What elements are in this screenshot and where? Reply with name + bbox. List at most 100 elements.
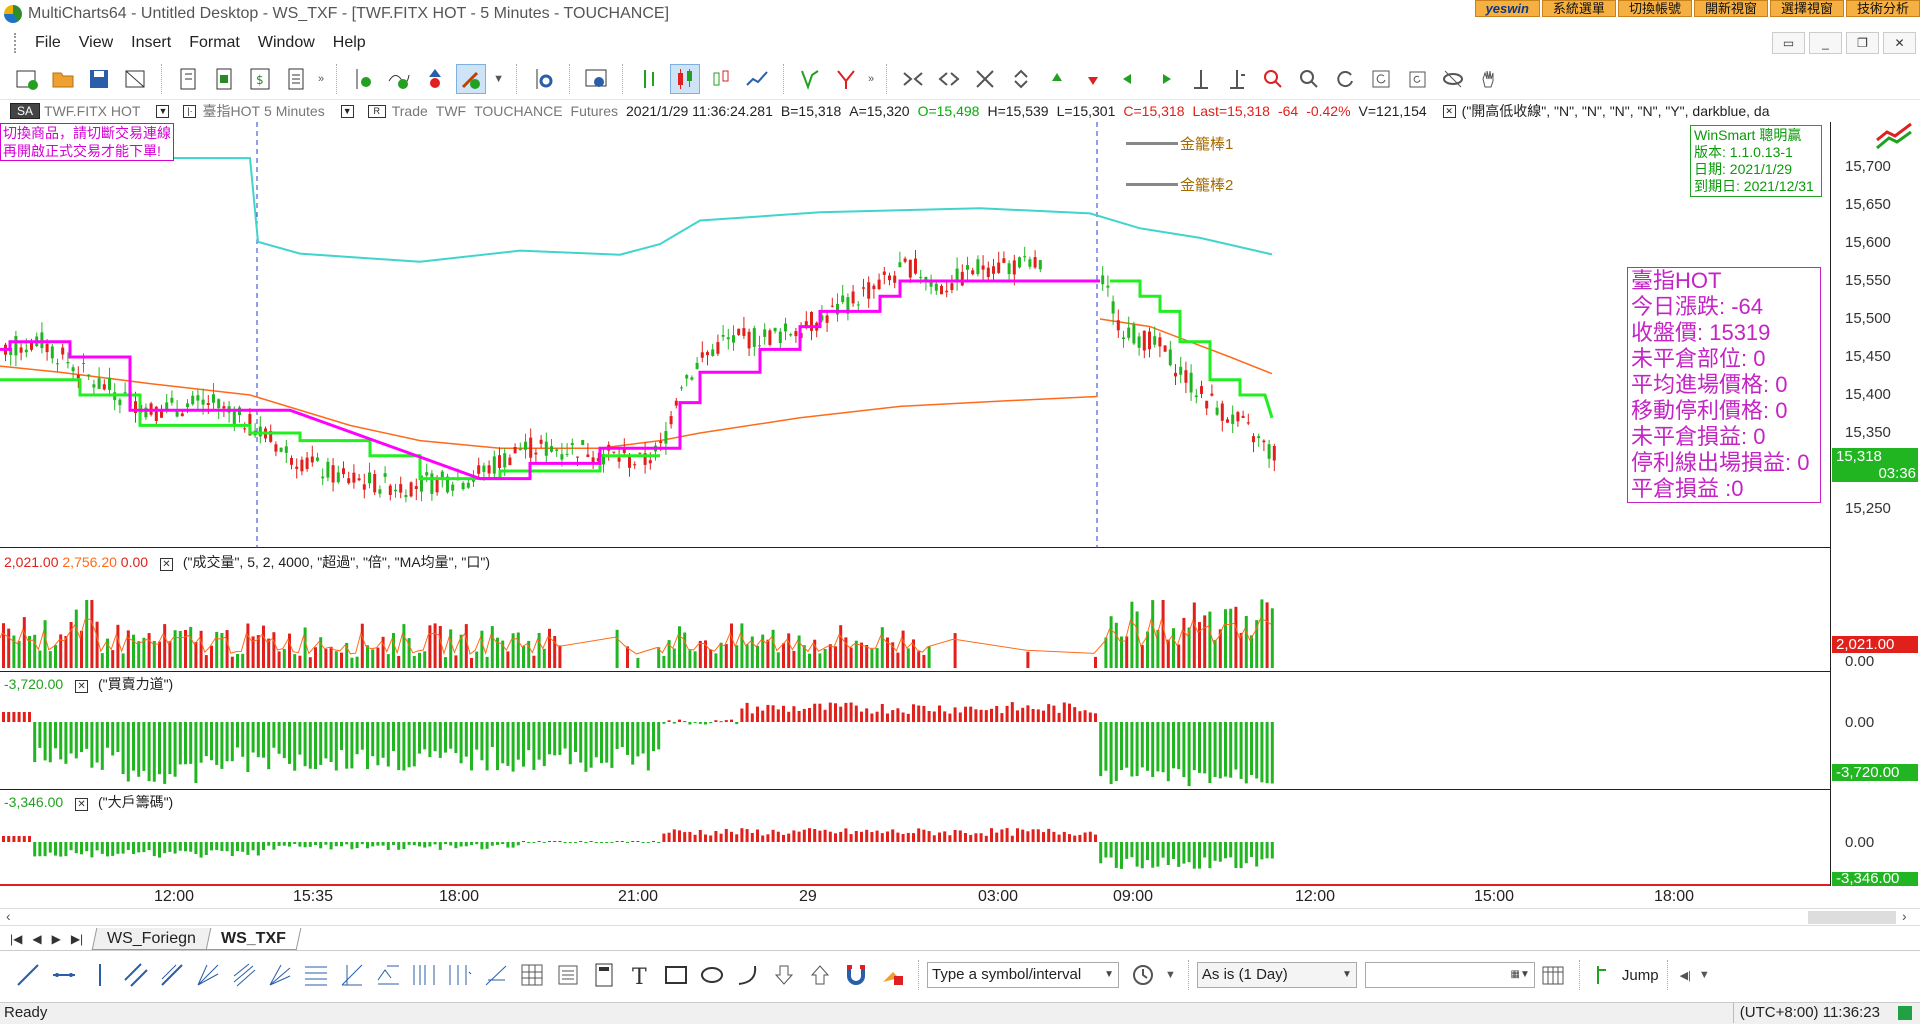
- point-figure-icon[interactable]: [831, 64, 861, 94]
- expand-vertical-icon[interactable]: [1006, 64, 1036, 94]
- fibonacci-fan-icon[interactable]: [266, 960, 294, 990]
- clock-icon[interactable]: [1129, 960, 1157, 990]
- force-pane[interactable]: [0, 672, 1830, 790]
- range-select[interactable]: As is (1 Day) ▼: [1196, 962, 1357, 988]
- drawing-tool-dropdown-icon[interactable]: ▼: [493, 73, 504, 85]
- symbol-dropdown-icon[interactable]: ▼: [156, 104, 170, 118]
- refresh-icon[interactable]: [1330, 64, 1360, 94]
- vertical-line-icon[interactable]: [86, 960, 114, 990]
- lock-drawing-icon[interactable]: [878, 960, 906, 990]
- fib-retracement-icon[interactable]: [302, 960, 330, 990]
- plugin-tab-switch-account[interactable]: 切換帳號: [1617, 0, 1692, 17]
- arrow-left-icon[interactable]: [1114, 64, 1144, 94]
- scroll-options-icon[interactable]: ▼: [1699, 969, 1710, 981]
- horizontal-line-icon[interactable]: [50, 960, 78, 990]
- menu-window[interactable]: Window: [249, 34, 324, 52]
- fib-time-zones-icon[interactable]: [410, 960, 438, 990]
- clock-dropdown-icon[interactable]: ▼: [1165, 969, 1176, 981]
- menu-insert[interactable]: Insert: [122, 34, 180, 52]
- scroll-left-icon[interactable]: ‹: [6, 908, 11, 924]
- detach-icon[interactable]: ▭: [1772, 32, 1805, 54]
- price-axis[interactable]: 15,700 15,650 15,600 15,550 15,500 15,450 15,4…: [1830, 122, 1920, 548]
- calendar-icon[interactable]: ▦▼: [1511, 963, 1530, 987]
- open-folder-icon[interactable]: [48, 64, 78, 94]
- price-chart-canvas[interactable]: [0, 122, 1830, 548]
- zoom-in-bars-icon[interactable]: [898, 64, 928, 94]
- report-icon[interactable]: [281, 64, 311, 94]
- compress-icon[interactable]: [970, 64, 1000, 94]
- scroll-back-icon[interactable]: ◀|: [1680, 969, 1691, 982]
- jump-button[interactable]: Jump: [1622, 967, 1659, 984]
- grid-icon[interactable]: [518, 960, 546, 990]
- settings-gear-icon[interactable]: [528, 64, 558, 94]
- sa-button[interactable]: SA: [10, 103, 41, 119]
- trendline-icon[interactable]: [14, 960, 42, 990]
- menu-help[interactable]: Help: [324, 34, 375, 52]
- arrow-down-icon[interactable]: [1078, 64, 1108, 94]
- insert-indicator-icon[interactable]: [384, 64, 414, 94]
- zoom-out-icon[interactable]: [1294, 64, 1324, 94]
- range-dropdown-icon[interactable]: ▼: [1342, 963, 1352, 987]
- hide-icon[interactable]: [1438, 64, 1468, 94]
- symbol-dropdown-icon-2[interactable]: ▼: [1104, 963, 1114, 987]
- new-chart-icon[interactable]: [12, 64, 42, 94]
- arrow-down-marker-icon[interactable]: [770, 960, 798, 990]
- scroll-thumb[interactable]: [1808, 911, 1896, 924]
- calculator-icon[interactable]: [590, 960, 618, 990]
- arc-icon[interactable]: [734, 960, 762, 990]
- drawing-tool-icon[interactable]: [456, 63, 487, 94]
- text-tool-icon[interactable]: T: [626, 960, 654, 990]
- tab-last-icon[interactable]: ▶|: [71, 932, 83, 946]
- force-chart-canvas[interactable]: [0, 672, 1830, 790]
- study-close-icon[interactable]: ✕: [1442, 104, 1456, 118]
- horizontal-scrollbar[interactable]: ‹ ›: [0, 908, 1920, 926]
- rectangle-icon[interactable]: [662, 960, 690, 990]
- date-picker-input[interactable]: ▦▼: [1364, 962, 1535, 988]
- restore-icon[interactable]: ❐: [1846, 32, 1879, 54]
- price-pane[interactable]: [0, 122, 1830, 548]
- zoom-in-icon[interactable]: [1258, 64, 1288, 94]
- line-chart-icon[interactable]: [742, 64, 772, 94]
- parallel-channel-icon[interactable]: [122, 960, 150, 990]
- plugin-tab-yeswin[interactable]: yeswin: [1474, 0, 1540, 17]
- cycle-lines-icon[interactable]: [446, 960, 474, 990]
- fib-extension-icon[interactable]: [374, 960, 402, 990]
- format-study-icon[interactable]: [209, 64, 239, 94]
- tab-next-icon[interactable]: ▶: [52, 932, 61, 946]
- speed-lines-icon[interactable]: [338, 960, 366, 990]
- menu-file[interactable]: File: [26, 34, 70, 52]
- andrews-pitchfork-icon[interactable]: [230, 960, 258, 990]
- arrow-up-marker-icon[interactable]: [806, 960, 834, 990]
- tab-ws-txf[interactable]: WS_TXF: [205, 927, 302, 950]
- regression-channel-icon[interactable]: [158, 960, 186, 990]
- big-study-close-icon[interactable]: ✕: [75, 798, 89, 811]
- anchor-right-icon[interactable]: [1222, 64, 1252, 94]
- calendar-grid-icon[interactable]: [1539, 960, 1567, 990]
- save-icon[interactable]: [84, 64, 114, 94]
- r-box[interactable]: R: [367, 104, 386, 118]
- jump-icon[interactable]: [1592, 960, 1612, 990]
- scroll-right-icon[interactable]: ›: [1902, 908, 1907, 924]
- chart-properties-icon[interactable]: [581, 64, 611, 94]
- minimize-icon[interactable]: _: [1809, 32, 1842, 54]
- fib-arc-icon[interactable]: [482, 960, 510, 990]
- reload-icon[interactable]: [1366, 64, 1396, 94]
- price-channel-icon[interactable]: [554, 960, 582, 990]
- format-instrument-icon[interactable]: [173, 64, 203, 94]
- toolbar-overflow-icon-2[interactable]: »: [868, 73, 874, 85]
- arrow-up-icon[interactable]: [1042, 64, 1072, 94]
- magnet-icon[interactable]: [842, 960, 870, 990]
- force-study-close-icon[interactable]: ✕: [75, 680, 89, 693]
- plugin-tab-select-window[interactable]: 選擇視窗: [1769, 0, 1844, 17]
- hollow-candle-icon[interactable]: [706, 64, 736, 94]
- volume-axis[interactable]: 0.00: [1830, 548, 1920, 672]
- mountain-chart-icon[interactable]: [795, 64, 825, 94]
- arrow-right-icon[interactable]: [1150, 64, 1180, 94]
- plugin-tab-system-menu[interactable]: 系統選單: [1541, 0, 1616, 17]
- anchor-icon[interactable]: [1186, 64, 1216, 94]
- reload-all-icon[interactable]: [1402, 64, 1432, 94]
- plugin-tab-technical-analysis[interactable]: 技術分析: [1845, 0, 1920, 17]
- menu-grip[interactable]: [14, 33, 18, 53]
- tab-first-icon[interactable]: |◀: [10, 932, 22, 946]
- tab-ws-foriegn[interactable]: WS_Foriegn: [91, 927, 212, 950]
